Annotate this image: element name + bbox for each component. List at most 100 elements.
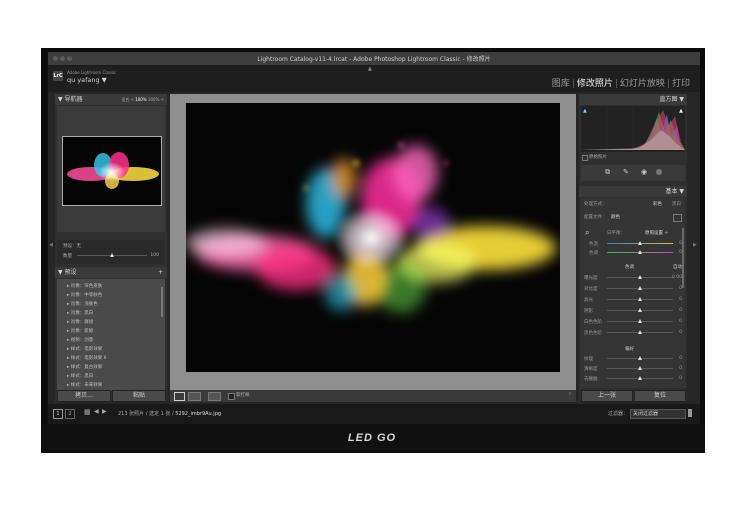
before-after-tb-icon[interactable] <box>208 392 221 401</box>
preset-item[interactable]: ▸ 肖像：中等肤色 <box>67 292 102 298</box>
module-library[interactable]: 图库 <box>550 79 572 89</box>
main-photo[interactable] <box>186 103 560 372</box>
tone-slider-knob[interactable] <box>638 297 642 301</box>
tone-slider-knob[interactable] <box>638 319 642 323</box>
amount-value: 100 <box>150 253 159 258</box>
filter-label: 过滤器： <box>608 411 629 417</box>
red-eye-icon[interactable]: ◉ <box>641 168 647 176</box>
filmstrip-bar: 1 2 ▦ ◀ ▶ 213 张照片 / 选定 1 张 / 5292_imbr9A… <box>48 404 700 424</box>
original-photo-checkbox[interactable] <box>582 155 588 161</box>
navigator-preview[interactable] <box>57 106 165 232</box>
crop-tool-icon[interactable]: ⧉ <box>605 168 610 177</box>
preset-name-label: 预设：无 <box>63 244 81 249</box>
tone-slider-knob[interactable] <box>638 275 642 279</box>
image-canvas[interactable] <box>170 94 576 390</box>
preset-item[interactable]: ▸ 肖像：浅肤色 <box>67 301 98 307</box>
preset-item[interactable]: ▸ 视频：创意 <box>67 337 93 343</box>
module-develop[interactable]: 修改照片 <box>575 79 615 89</box>
preset-item[interactable]: ▸ 样式：未来效果 <box>67 382 102 388</box>
secondary-window-button[interactable]: 2 <box>65 409 75 419</box>
profile-browser-icon[interactable] <box>673 214 682 222</box>
back-arrow-icon[interactable]: ◀ <box>94 408 99 415</box>
forward-arrow-icon[interactable]: ▶ <box>102 408 107 415</box>
module-print[interactable]: 打印 <box>670 79 692 89</box>
paste-settings-button[interactable]: 粘贴 <box>112 390 166 402</box>
monitor-logo: LED GO <box>347 432 397 444</box>
zoom-100[interactable]: 100% <box>135 97 146 102</box>
presets-scrollbar[interactable] <box>161 287 163 317</box>
tone-slider-label: 阴影 <box>584 309 593 314</box>
left-panel: ▼ 导航器 适合 ÷ 100% 300% ÷ 预设：无 数量 100 ▼ 预设 … <box>55 94 167 402</box>
collapse-left-panel-icon[interactable]: ◀ <box>49 242 53 248</box>
tint-slider-knob[interactable] <box>638 250 642 254</box>
module-slideshow[interactable]: 幻灯片放映 <box>618 79 667 89</box>
user-name-menu[interactable]: qu yafang ▼ <box>67 76 107 84</box>
collapse-top-panel-icon[interactable]: ▲ <box>368 66 372 72</box>
white-balance-eyedropper-icon[interactable]: ⌕ <box>585 228 589 238</box>
primary-window-button[interactable]: 1 <box>53 409 63 419</box>
before-after-lr-icon[interactable] <box>188 392 201 401</box>
histogram[interactable]: ▲ ▲ <box>581 106 685 152</box>
lightroom-window: Lightroom Catalog-v11-4.lrcat - Adobe Ph… <box>48 52 700 424</box>
tone-slider-knob[interactable] <box>638 286 642 290</box>
shadow-clipping-icon[interactable]: ▲ <box>583 108 587 114</box>
add-preset-button[interactable]: + <box>158 267 163 278</box>
histogram-header[interactable]: 直方图 ▼ <box>579 94 687 105</box>
soft-proof-label: 软打样 <box>236 393 250 398</box>
preset-item[interactable]: ▸ 样式：复古效果 <box>67 364 102 370</box>
preset-item[interactable]: ▸ 肖像：黑白 <box>67 310 93 316</box>
presets-list: ▸ 肖像：深色皮肤 ▸ 肖像：中等肤色 ▸ 肖像：浅肤色 ▸ 肖像：黑白 ▸ 肖… <box>57 279 165 391</box>
preset-item[interactable]: ▸ 样式：黑白 <box>67 373 93 379</box>
filter-lock-icon[interactable] <box>688 409 692 417</box>
identity-plate: ▲ LrC Adobe Lightroom Classic qu yafang … <box>48 66 700 92</box>
tone-slider-value: 0 <box>679 319 682 324</box>
basic-header[interactable]: 基本 ▼ <box>579 186 687 197</box>
photo-count-text: 213 张照片 / 选定 1 张 / <box>118 411 176 417</box>
treatment-label: 处理方式： <box>584 202 607 207</box>
presence-slider-knob[interactable] <box>638 366 642 370</box>
presence-slider-knob[interactable] <box>638 356 642 360</box>
tone-slider-label: 对比度 <box>584 287 598 292</box>
toolbar-menu-icon[interactable]: ▿ <box>569 392 571 397</box>
treatment-bw-option[interactable]: 黑白 <box>672 201 681 207</box>
soft-proof-checkbox[interactable] <box>228 393 235 400</box>
filename-text: 5292_imbr9Au.jpg <box>175 411 222 417</box>
presence-slider-knob[interactable] <box>638 376 642 380</box>
previous-button[interactable]: 上一张 <box>581 390 633 402</box>
tone-slider-label: 曝光度 <box>584 276 598 281</box>
right-panel-scrollbar[interactable] <box>682 228 684 288</box>
preset-item[interactable]: ▸ 肖像：新娘 <box>67 328 93 334</box>
preset-item[interactable]: ▸ 样式：电影效果 II <box>67 355 106 361</box>
white-balance-dropdown[interactable]: 原照设置 ÷ <box>645 230 668 236</box>
tone-slider-label: 黑色色阶 <box>584 331 602 336</box>
filter-dropdown[interactable]: 关闭过滤器 <box>630 409 686 419</box>
preset-item[interactable]: ▸ 肖像：群组 <box>67 319 93 325</box>
tone-slider-knob[interactable] <box>638 330 642 334</box>
presets-header[interactable]: ▼ 预设 + <box>55 267 167 278</box>
tone-slider-label: 高光 <box>584 298 593 303</box>
grid-view-icon[interactable]: ▦ <box>84 408 91 416</box>
navigator-thumbnail[interactable] <box>62 136 162 206</box>
tone-slider-knob[interactable] <box>638 308 642 312</box>
collapse-right-panel-icon[interactable]: ▶ <box>693 242 697 248</box>
copy-settings-button[interactable]: 拷贝... <box>57 390 111 402</box>
reset-button[interactable]: 复位 <box>634 390 686 402</box>
tone-auto-button[interactable]: 自动 <box>673 264 682 270</box>
mask-tool-icon[interactable] <box>656 169 662 175</box>
preset-item[interactable]: ▸ 肖像：深色皮肤 <box>67 283 102 289</box>
highlight-clipping-icon[interactable]: ▲ <box>679 108 683 114</box>
treatment-color-option[interactable]: 彩色 <box>653 201 662 207</box>
zoom-300[interactable]: 300% ÷ <box>148 97 164 102</box>
profile-dropdown[interactable]: 颜色 <box>611 214 620 220</box>
loupe-view-icon[interactable] <box>174 392 185 401</box>
navigator-header[interactable]: ▼ 导航器 适合 ÷ 100% 300% ÷ <box>55 94 167 105</box>
filmstrip-info: 213 张照片 / 选定 1 张 / 5292_imbr9Au.jpg <box>118 410 221 417</box>
zoom-fit[interactable]: 适合 ÷ <box>121 97 134 102</box>
healing-brush-icon[interactable]: ✎ <box>623 168 629 176</box>
preset-item[interactable]: ▸ 样式：电影效果 <box>67 346 102 352</box>
amount-slider-knob[interactable] <box>110 253 114 257</box>
temp-slider-knob[interactable] <box>638 241 642 245</box>
tone-slider-value: 0.00 <box>671 275 682 280</box>
tone-slider-value: 0 <box>679 308 682 313</box>
white-balance-label: 白平衡： <box>607 231 625 236</box>
